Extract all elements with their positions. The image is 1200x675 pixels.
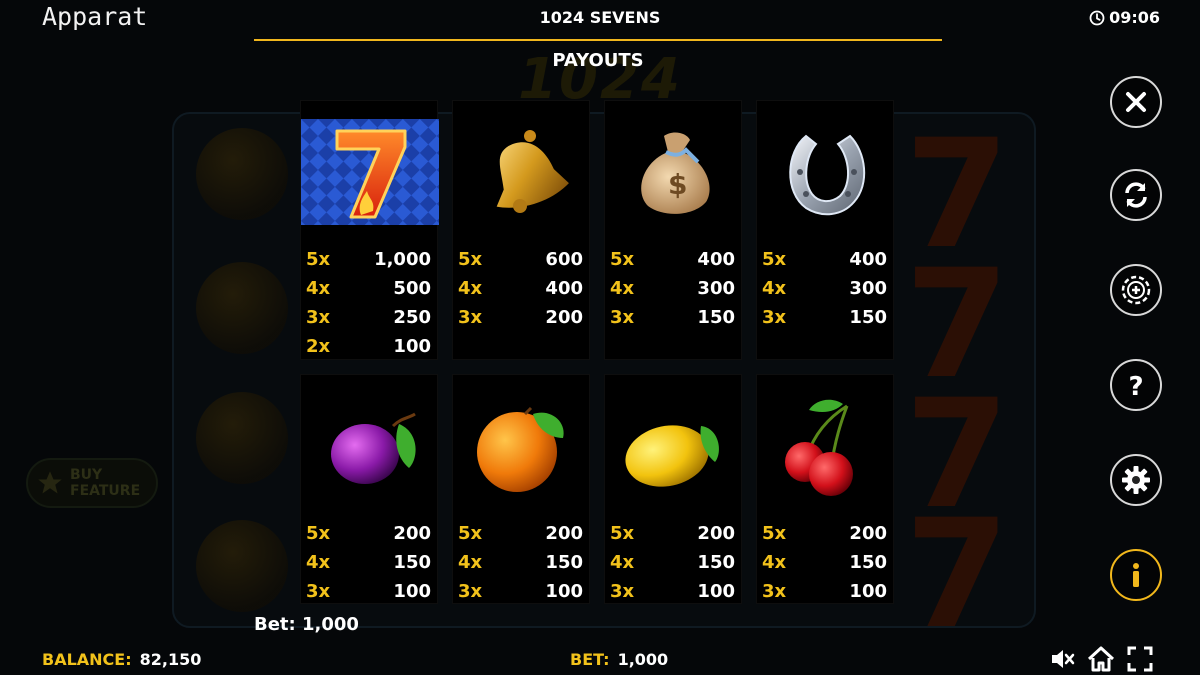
bet-settings-button[interactable] bbox=[1110, 264, 1162, 316]
payout-row: 3x 150 bbox=[762, 307, 887, 328]
close-button[interactable] bbox=[1110, 76, 1162, 128]
payout-list: 5x 400 4x 300 3x 150 bbox=[762, 245, 887, 332]
background-reel-symbol bbox=[196, 262, 288, 354]
bet-info-label: Bet: 1,000 bbox=[254, 614, 359, 635]
balance-label: BALANCE: bbox=[42, 650, 132, 669]
star-icon bbox=[38, 471, 62, 494]
svg-text:$: $ bbox=[668, 168, 687, 201]
payout-row: 4x 300 bbox=[610, 278, 735, 299]
fullscreen-icon[interactable] bbox=[1127, 646, 1153, 672]
background-reel-symbol bbox=[196, 520, 288, 612]
bet-label: BET: bbox=[570, 650, 610, 669]
payout-row: 5x 600 bbox=[458, 249, 583, 270]
payout-row: 4x 150 bbox=[610, 552, 735, 573]
payout-row: 3x 200 bbox=[458, 307, 583, 328]
bet-display: BET: 1,000 bbox=[570, 650, 668, 669]
payout-card-bell: 5x 600 4x 400 3x 200 bbox=[452, 100, 590, 360]
payout-row: 3x 100 bbox=[762, 581, 887, 602]
bet-value: 1,000 bbox=[617, 650, 669, 669]
payout-row: 3x 100 bbox=[610, 581, 735, 602]
money-bag-symbol-icon: $ bbox=[641, 132, 710, 214]
background-seven: 7 bbox=[905, 488, 1010, 662]
payout-card-plum: 5x 200 4x 150 3x 100 bbox=[300, 374, 438, 604]
payout-card-money-bag: $ 5x 400 4x 300 3x 150 bbox=[604, 100, 742, 360]
payout-row: 4x 400 bbox=[458, 278, 583, 299]
payout-list: 5x 200 4x 150 3x 100 bbox=[610, 519, 735, 606]
payout-card-cherries: 5x 200 4x 150 3x 100 bbox=[756, 374, 894, 604]
payout-row: 5x 400 bbox=[610, 249, 735, 270]
payout-row: 4x 300 bbox=[762, 278, 887, 299]
payout-row: 5x 200 bbox=[762, 523, 887, 544]
close-icon bbox=[1126, 92, 1146, 112]
home-icon[interactable] bbox=[1088, 646, 1114, 672]
svg-text:?: ? bbox=[1128, 372, 1143, 399]
payout-row: 3x 250 bbox=[306, 307, 431, 328]
bet-chip-icon bbox=[1121, 275, 1151, 305]
payout-list: 5x 1,000 4x 500 3x 250 2x 100 bbox=[306, 245, 431, 361]
payout-row: 4x 150 bbox=[306, 552, 431, 573]
buy-feature-button: BUY FEATURE bbox=[26, 458, 158, 508]
payout-row: 3x 150 bbox=[610, 307, 735, 328]
payout-row: 4x 150 bbox=[458, 552, 583, 573]
payout-list: 5x 200 4x 150 3x 100 bbox=[458, 519, 583, 606]
seven-symbol-icon bbox=[301, 119, 439, 225]
background-reel-symbol bbox=[196, 392, 288, 484]
info-icon bbox=[1133, 563, 1139, 587]
payout-row: 5x 400 bbox=[762, 249, 887, 270]
background-reel-symbol bbox=[196, 128, 288, 220]
clock: 09:06 bbox=[1089, 8, 1160, 27]
help-button[interactable]: ? bbox=[1110, 359, 1162, 411]
payout-row: 4x 500 bbox=[306, 278, 431, 299]
clock-icon bbox=[1089, 10, 1105, 25]
info-button[interactable] bbox=[1110, 549, 1162, 601]
payout-row: 3x 100 bbox=[306, 581, 431, 602]
payout-row: 4x 150 bbox=[762, 552, 887, 573]
payout-list: 5x 200 4x 150 3x 100 bbox=[306, 519, 431, 606]
sound-muted-icon[interactable] bbox=[1050, 646, 1076, 672]
payout-row: 5x 200 bbox=[458, 523, 583, 544]
settings-icon bbox=[1122, 466, 1150, 494]
payout-row: 2x 100 bbox=[306, 336, 431, 357]
help-icon: ? bbox=[1128, 372, 1143, 399]
payout-row: 5x 1,000 bbox=[306, 249, 431, 270]
plum-symbol-icon bbox=[331, 412, 416, 484]
payout-row: 5x 200 bbox=[610, 523, 735, 544]
lemon-symbol-icon bbox=[625, 425, 719, 487]
balance-display: BALANCE: 82,150 bbox=[42, 650, 201, 669]
payout-card-seven: 5x 1,000 4x 500 3x 250 2x 100 bbox=[300, 100, 439, 361]
game-title: 1024 SEVENS bbox=[539, 8, 661, 27]
horseshoe-symbol-icon bbox=[789, 134, 866, 216]
title-divider bbox=[254, 39, 942, 41]
payout-list: 5x 400 4x 300 3x 150 bbox=[610, 245, 735, 332]
payout-card-lemon: 5x 200 4x 150 3x 100 bbox=[604, 374, 742, 604]
orange-symbol-icon bbox=[477, 406, 564, 492]
autoplay-button[interactable] bbox=[1110, 169, 1162, 221]
payout-row: 3x 100 bbox=[458, 581, 583, 602]
payout-row: 5x 200 bbox=[306, 523, 431, 544]
payout-card-orange: 5x 200 4x 150 3x 100 bbox=[452, 374, 590, 604]
cherries-symbol-icon bbox=[785, 399, 853, 496]
game-background: 1024 SEVENS 7 7 7 7 BUY FEATURE bbox=[0, 0, 1200, 675]
balance-value: 82,150 bbox=[139, 650, 202, 669]
payout-list: 5x 600 4x 400 3x 200 bbox=[458, 245, 583, 332]
buy-feature-label: BUY FEATURE bbox=[70, 467, 141, 499]
settings-button[interactable] bbox=[1110, 454, 1162, 506]
bottom-bar: BALANCE: 82,150 BET: 1,000 bbox=[0, 636, 1200, 675]
clock-time: 09:06 bbox=[1109, 8, 1160, 27]
autoplay-icon bbox=[1125, 182, 1147, 208]
payouts-heading: PAYOUTS bbox=[552, 50, 644, 71]
bell-symbol-icon bbox=[496, 130, 569, 213]
payout-card-horseshoe: 5x 400 4x 300 3x 150 bbox=[756, 100, 894, 360]
payout-list: 5x 200 4x 150 3x 100 bbox=[762, 519, 887, 606]
